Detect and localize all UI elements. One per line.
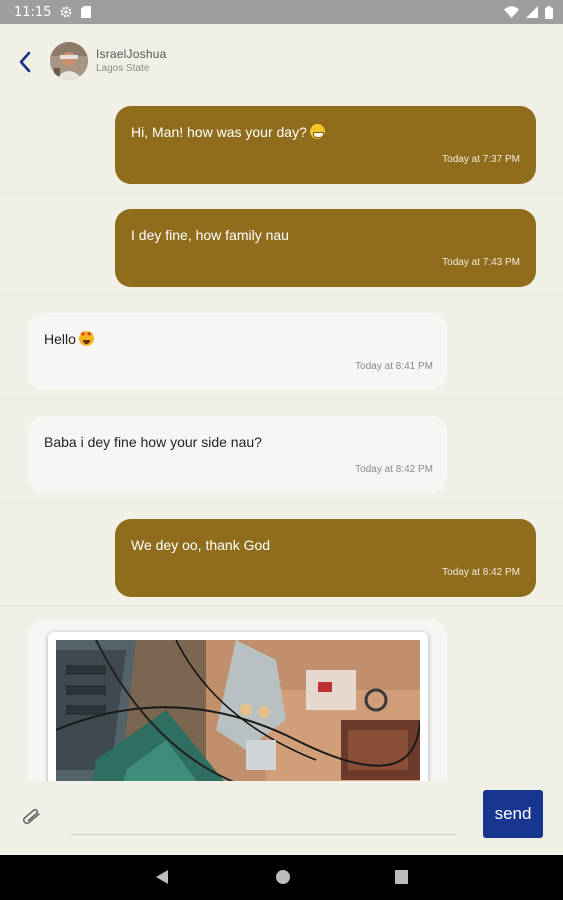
home-circle-icon[interactable] [275, 869, 291, 890]
message-time: Today at 7:37 PM [442, 154, 520, 165]
divider [0, 193, 563, 194]
message-text: Baba i dey fine how your side nau? [44, 434, 262, 450]
message-text-row: Hello [44, 331, 94, 347]
message-time: Today at 8:42 PM [355, 464, 433, 475]
star-struck-emoji-icon [78, 331, 94, 346]
message-text-row: Hi, Man! how was your day? [131, 124, 325, 140]
sd-card-icon [81, 6, 92, 18]
avatar[interactable] [50, 42, 88, 80]
divider [0, 398, 563, 399]
divider [0, 605, 563, 606]
cell-signal-icon [526, 6, 538, 18]
settings-icon [60, 6, 72, 18]
status-time: 11:15 [14, 4, 52, 20]
message-bubble-sent[interactable]: I dey fine, how family nau Today at 7:43… [115, 209, 536, 287]
message-time: Today at 8:42 PM [442, 567, 520, 578]
message-bubble-sent[interactable]: We dey oo, thank God Today at 8:42 PM [115, 519, 536, 597]
message-time: Today at 7:43 PM [442, 257, 520, 268]
send-button[interactable]: send [483, 790, 543, 838]
message-photo[interactable] [56, 640, 420, 781]
message-text: We dey oo, thank God [131, 537, 271, 553]
back-triangle-icon[interactable] [155, 869, 169, 890]
message-time: Today at 8:41 PM [355, 361, 433, 372]
image-card[interactable] [48, 632, 428, 781]
wifi-icon [504, 6, 519, 18]
battery-icon [545, 5, 553, 19]
android-nav-bar [0, 855, 563, 900]
contact-name: IsraelJoshua [96, 47, 167, 61]
message-bubble-sent[interactable]: Hi, Man! how was your day? Today at 7:37… [115, 106, 536, 184]
status-bar: 11:15 [0, 0, 563, 24]
paperclip-icon[interactable] [20, 807, 44, 827]
message-bubble-received[interactable]: Hello Today at 8:41 PM [28, 313, 447, 390]
message-text: Hello [44, 331, 76, 347]
chevron-left-icon[interactable] [16, 50, 36, 74]
divider [0, 502, 563, 503]
contact-location: Lagos State [96, 63, 150, 74]
message-text: Hi, Man! how was your day? [131, 124, 307, 140]
recents-square-icon[interactable] [394, 869, 409, 890]
grinning-emoji-icon [309, 124, 325, 139]
message-input[interactable] [70, 801, 456, 835]
message-bubble-image[interactable] [28, 620, 447, 781]
message-bubble-received[interactable]: Baba i dey fine how your side nau? Today… [28, 416, 447, 493]
message-list[interactable]: Hi, Man! how was your day? Today at 7:37… [0, 98, 563, 781]
divider [0, 294, 563, 295]
chat-header: IsraelJoshua Lagos State [0, 24, 563, 98]
message-text: I dey fine, how family nau [131, 227, 289, 243]
composer: send [0, 781, 563, 855]
